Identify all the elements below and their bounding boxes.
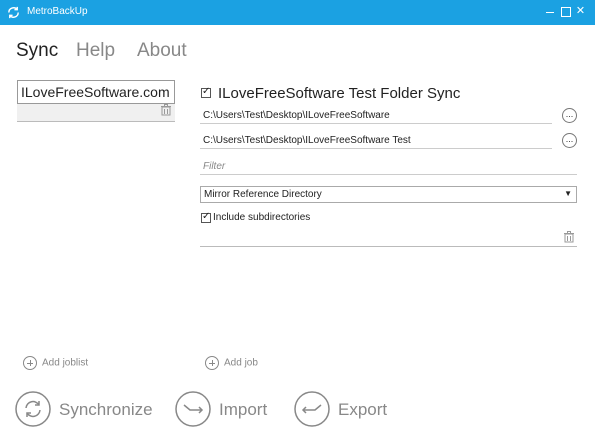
filter-input[interactable]: Filter: [200, 159, 577, 175]
include-subdirectories-checkbox[interactable]: [201, 211, 211, 223]
source-path-field[interactable]: C:\Users\Test\Desktop\ILoveFreeSoftware: [200, 108, 552, 124]
browse-destination-button[interactable]: ...: [562, 133, 577, 148]
sync-mode-value: Mirror Reference Directory: [204, 189, 322, 200]
app-sync-icon: [8, 6, 19, 19]
add-job-label: Add job: [224, 357, 258, 369]
synchronize-label: Synchronize: [59, 400, 153, 419]
tab-help[interactable]: Help: [76, 40, 115, 62]
include-subdirectories-label: Include subdirectories: [213, 212, 311, 223]
add-job-button[interactable]: Add job: [205, 356, 258, 370]
sync-mode-select[interactable]: Mirror Reference Directory ▼: [200, 186, 577, 203]
sync-arrows-icon: [15, 391, 51, 427]
joblist-name-input[interactable]: [17, 80, 175, 104]
browse-source-button[interactable]: ...: [562, 108, 577, 123]
add-joblist-label: Add joblist: [42, 357, 89, 369]
close-button[interactable]: ✕: [572, 3, 589, 20]
delete-job-trash-icon[interactable]: [563, 231, 575, 243]
destination-path-field[interactable]: C:\Users\Test\Desktop\ILoveFreeSoftware …: [200, 133, 552, 149]
job-title: ILoveFreeSoftware Test Folder Sync: [218, 85, 461, 102]
add-joblist-button[interactable]: Add joblist: [23, 356, 88, 370]
window-title: MetroBackUp: [27, 6, 88, 17]
title-bar: MetroBackUp ✕: [0, 0, 595, 25]
tab-about[interactable]: About: [137, 40, 187, 62]
export-label: Export: [338, 400, 388, 419]
delete-joblist-trash-icon[interactable]: [160, 104, 172, 116]
joblist-item[interactable]: [17, 80, 175, 122]
import-label: Import: [219, 400, 268, 419]
chevron-down-icon: ▼: [564, 189, 572, 198]
tab-sync[interactable]: Sync: [16, 40, 58, 62]
job-divider: [200, 246, 577, 247]
plus-circle-icon: [205, 356, 219, 370]
export-arrow-icon: [294, 391, 330, 427]
plus-circle-icon: [23, 356, 37, 370]
job-enabled-checkbox[interactable]: [201, 86, 211, 98]
import-arrow-icon: [175, 391, 211, 427]
